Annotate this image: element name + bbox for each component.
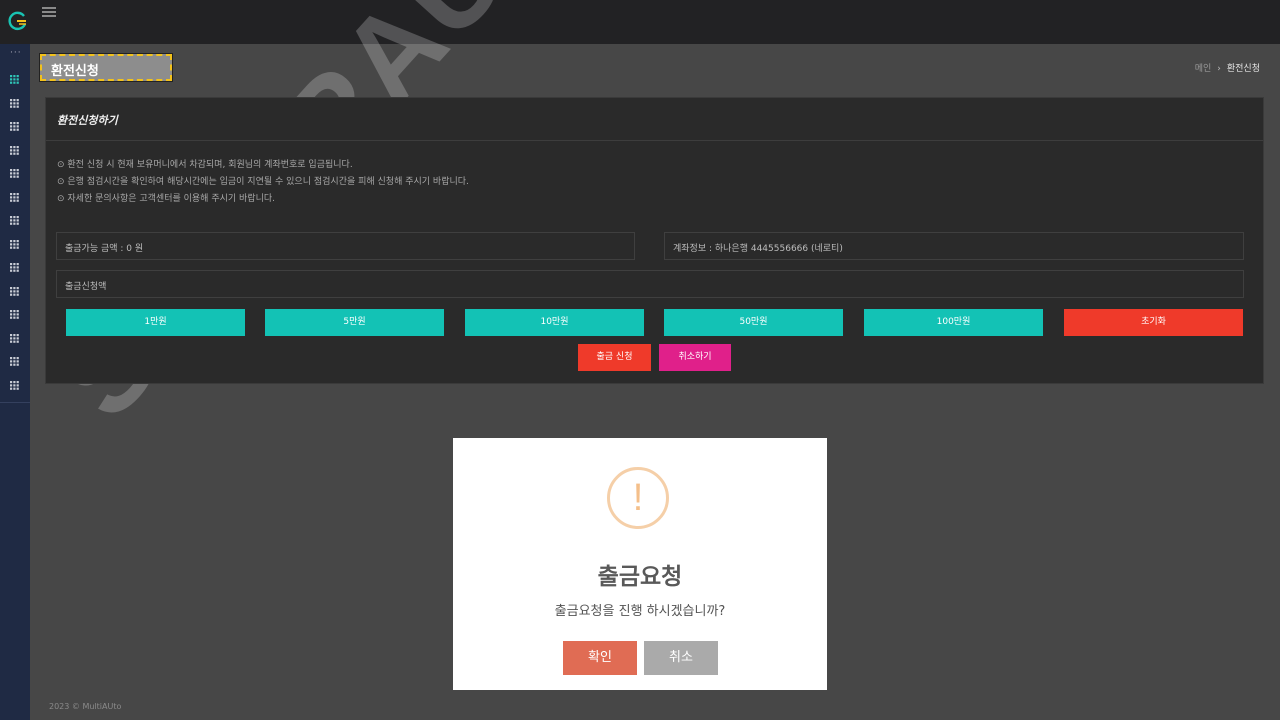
amount-10k-button[interactable]: 1만원 xyxy=(66,309,245,336)
notice-line: ⊙ 은행 점검시간을 확인하여 해당시간에는 입금이 지연될 수 있으니 점검시… xyxy=(57,177,469,187)
sidebar-grid-icon[interactable] xyxy=(10,333,19,343)
sidebar-grid-icon[interactable] xyxy=(10,145,19,155)
confirm-button[interactable]: 확인 xyxy=(563,641,637,675)
cancel-request-button[interactable]: 취소하기 xyxy=(659,344,731,371)
submit-withdrawal-button[interactable]: 출금 신청 xyxy=(578,344,651,371)
dialog-title: 출금요청 xyxy=(597,564,683,590)
available-amount-field: 출금가능 금액 : 0 원 xyxy=(56,232,635,260)
sidebar-more-icon[interactable]: ··· xyxy=(10,49,22,58)
sidebar-grid-icon[interactable] xyxy=(10,357,19,366)
amount-100k-button[interactable]: 10만원 xyxy=(465,309,644,336)
sidebar-grid-icon[interactable] xyxy=(10,169,19,178)
warning-icon: ! xyxy=(607,467,669,529)
sidebar-grid-icon[interactable] xyxy=(10,310,19,319)
sidebar-divider xyxy=(0,402,30,403)
sidebar-grid-icon[interactable] xyxy=(10,192,19,202)
sidebar-grid-icon[interactable] xyxy=(10,380,19,390)
dialog-message: 출금요청을 진행 하시겠습니까? xyxy=(554,604,726,619)
notice-line: ⊙ 자세한 문의사항은 고객센터를 이용해 주시기 바랍니다. xyxy=(57,194,276,204)
cancel-button[interactable]: 취소 xyxy=(644,641,718,675)
amount-50k-button[interactable]: 5만원 xyxy=(265,309,444,336)
sidebar-grid-icon[interactable] xyxy=(10,286,19,296)
request-amount-input[interactable]: 출금신청액 xyxy=(56,270,1244,298)
logo-icon[interactable] xyxy=(8,11,28,31)
sidebar-grid-icon[interactable] xyxy=(10,216,19,225)
top-bar xyxy=(0,0,1280,44)
sidebar-grid-icon[interactable] xyxy=(10,122,19,131)
page-title-box: 환전신청 xyxy=(40,54,172,81)
breadcrumb-home[interactable]: 메인 xyxy=(1195,64,1212,74)
sidebar-grid-icon[interactable] xyxy=(10,75,19,84)
footer-copyright: 2023 © MultiAUto xyxy=(49,702,122,711)
page-title: 환전신청 xyxy=(51,64,99,79)
sidebar-grid-icon[interactable] xyxy=(10,239,19,249)
card-divider xyxy=(46,140,1263,141)
reset-button[interactable]: 초기화 xyxy=(1064,309,1243,336)
sidebar: ··· xyxy=(0,44,30,720)
amount-1m-button[interactable]: 100만원 xyxy=(864,309,1043,336)
breadcrumb-separator: › xyxy=(1217,64,1221,74)
account-info-field: 계좌정보 : 하나은행 4445556666 (네로티) xyxy=(664,232,1244,260)
card-title: 환전신청하기 xyxy=(57,114,118,127)
sidebar-grid-icon[interactable] xyxy=(10,263,19,272)
amount-500k-button[interactable]: 50만원 xyxy=(664,309,843,336)
confirm-dialog: ! 출금요청 출금요청을 진행 하시겠습니까? 확인 취소 xyxy=(453,438,827,690)
exchange-request-card: 환전신청하기 ⊙ 환전 신청 시 현재 보유머니에서 차감되며, 회원님의 계좌… xyxy=(45,97,1264,384)
notice-line: ⊙ 환전 신청 시 현재 보유머니에서 차감되며, 회원님의 계좌번호로 입금됩… xyxy=(57,160,353,170)
sidebar-grid-icon[interactable] xyxy=(10,98,19,108)
breadcrumb: 메인 › 환전신청 xyxy=(1195,61,1260,74)
menu-toggle-icon[interactable] xyxy=(42,7,56,19)
breadcrumb-current: 환전신청 xyxy=(1226,64,1260,74)
